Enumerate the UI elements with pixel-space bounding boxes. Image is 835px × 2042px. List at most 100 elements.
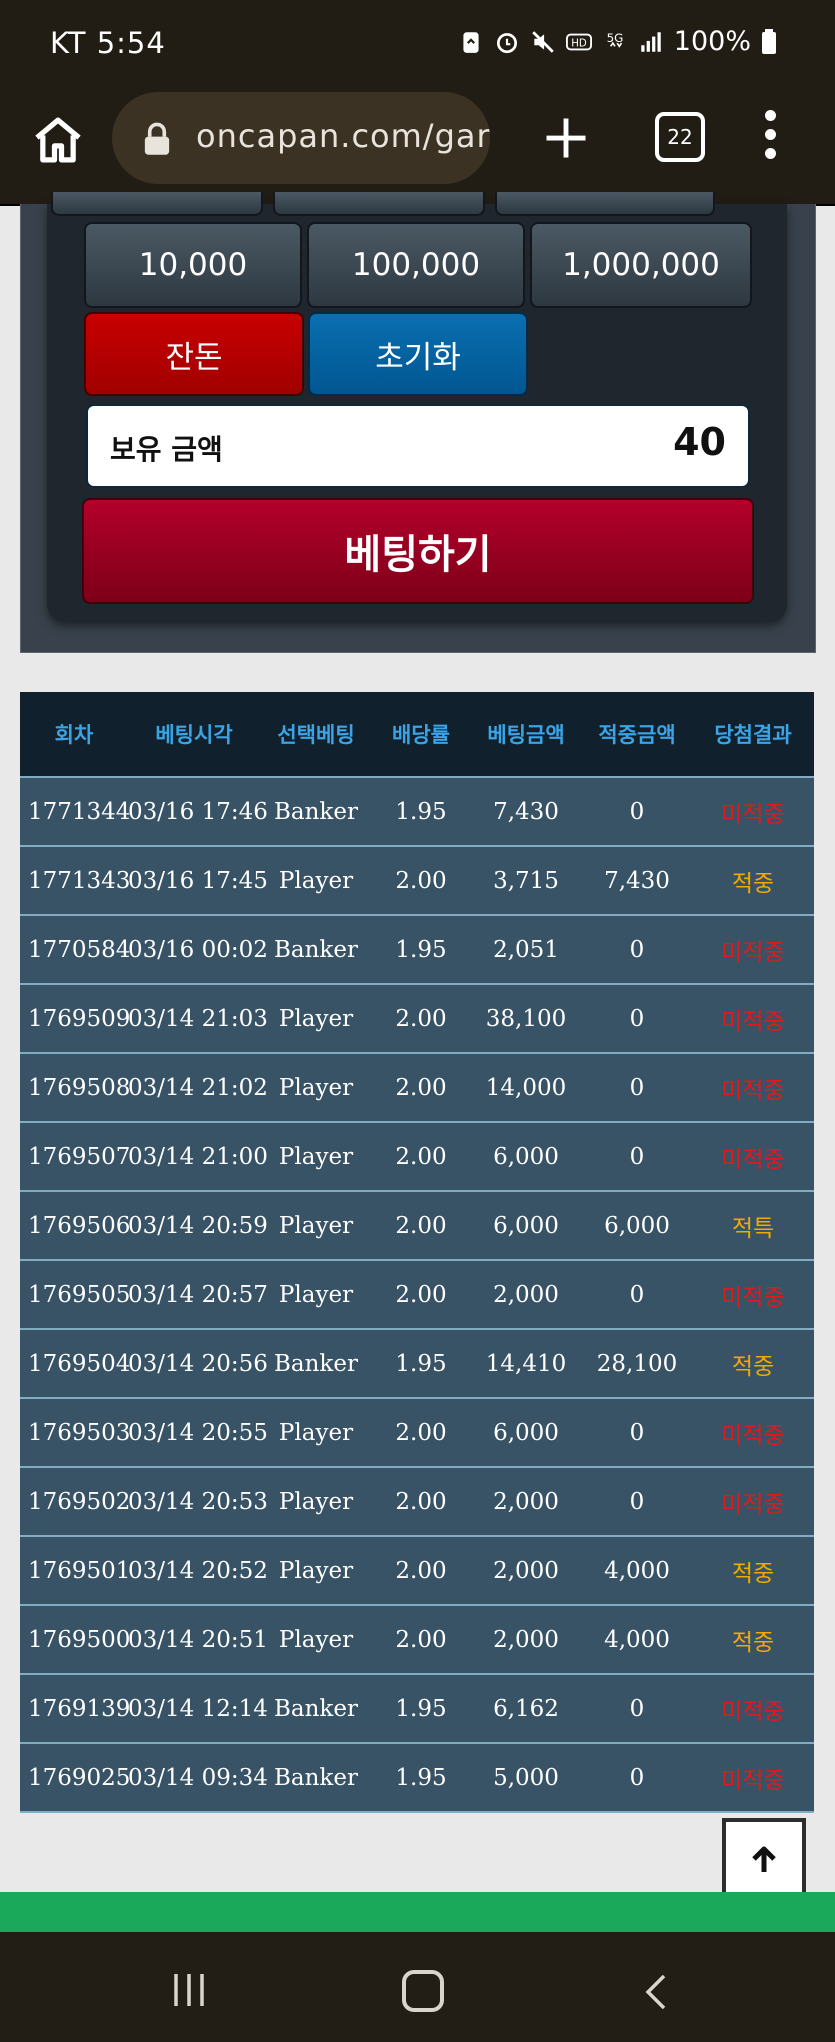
cell-bet-amount: 6,162 (470, 1673, 582, 1743)
cell-win-amount: 0 (582, 983, 692, 1053)
status-bar: KT 5:54 HD 5G 100% (0, 0, 835, 92)
cell-round: 1769504 (20, 1328, 130, 1398)
footer-nav-strip (0, 1892, 835, 1932)
battery-icon (762, 28, 776, 54)
balance-value: 40 (673, 420, 726, 464)
table-row: 1769507 03/14 21:00 Player 2.00 6,000 0 미적중 (20, 1121, 814, 1191)
cell-odds: 2.00 (372, 1535, 470, 1605)
cell-pick: Banker (260, 1673, 372, 1743)
cell-result: 미적중 (692, 1259, 814, 1329)
cell-round: 1770584 (20, 914, 130, 984)
header-result: 당첨결과 (692, 692, 814, 777)
cell-pick: Player (260, 1466, 372, 1536)
table-row: 1769508 03/14 21:02 Player 2.00 14,000 0 미적중 (20, 1052, 814, 1122)
cell-round: 1769500 (20, 1604, 130, 1674)
cell-result: 미적중 (692, 1742, 814, 1813)
cell-bet-amount: 2,000 (470, 1466, 582, 1536)
cell-pick: Player (260, 1121, 372, 1191)
cell-odds: 1.95 (372, 776, 470, 846)
system-nav-bar (0, 1932, 835, 2042)
cell-round: 1771343 (20, 845, 130, 915)
cell-pick: Player (260, 1052, 372, 1122)
cell-result: 적중 (692, 1604, 814, 1674)
cell-result: 미적중 (692, 776, 814, 846)
cell-odds: 2.00 (372, 845, 470, 915)
chip-10000-button[interactable]: 10,000 (84, 222, 302, 308)
cell-pick: Player (260, 1604, 372, 1674)
5g-icon: 5G (606, 31, 623, 48)
table-row: 1769501 03/14 20:52 Player 2.00 2,000 4,000 적중 (20, 1535, 814, 1605)
table-row: 1769500 03/14 20:51 Player 2.00 2,000 4,000 적중 (20, 1604, 814, 1674)
cell-win-amount: 4,000 (582, 1604, 692, 1674)
cell-bet-amount: 38,100 (470, 983, 582, 1053)
cell-bet-time: 03/14 21:03 (128, 983, 268, 1053)
cell-result: 미적중 (692, 1673, 814, 1743)
cell-win-amount: 0 (582, 1052, 692, 1122)
header-win-amount: 적중금액 (582, 692, 692, 777)
back-icon[interactable] (640, 1972, 670, 2012)
chip-row-above[interactable] (273, 192, 485, 216)
bet-history-body: 1771344 03/16 17:46 Banker 1.95 7,430 0 미적중 177… (20, 776, 814, 1813)
table-row: 1769505 03/14 20:57 Player 2.00 2,000 0 미적중 (20, 1259, 814, 1329)
chip-100000-button[interactable]: 100,000 (307, 222, 525, 308)
cell-result: 미적중 (692, 1052, 814, 1122)
table-header-row: 회차 베팅시각 선택베팅 배당률 베팅금액 적중금액 당첨결과 (20, 692, 814, 777)
cell-result: 적특 (692, 1190, 814, 1260)
cell-pick: Player (260, 983, 372, 1053)
cell-round: 1771344 (20, 776, 130, 846)
new-tab-icon[interactable] (540, 112, 592, 164)
chip-1000000-button[interactable]: 1,000,000 (530, 222, 752, 308)
balance-label: 보유 금액 (110, 433, 223, 466)
cell-bet-amount: 2,000 (470, 1535, 582, 1605)
cell-result: 미적중 (692, 1121, 814, 1191)
scroll-top-button[interactable] (722, 1818, 806, 1902)
header-pick: 선택베팅 (260, 692, 372, 777)
cell-bet-time: 03/14 21:02 (128, 1052, 268, 1122)
cell-odds: 1.95 (372, 1742, 470, 1813)
cell-round: 1769506 (20, 1190, 130, 1260)
cell-win-amount: 4,000 (582, 1535, 692, 1605)
cell-win-amount: 0 (582, 914, 692, 984)
cell-bet-time: 03/14 20:57 (128, 1259, 268, 1329)
cell-bet-amount: 7,430 (470, 776, 582, 846)
cell-bet-time: 03/14 20:59 (128, 1190, 268, 1260)
reset-button[interactable]: 초기화 (308, 312, 528, 396)
cell-round: 1769501 (20, 1535, 130, 1605)
tab-switcher-button[interactable]: 22 (655, 112, 705, 162)
chip-row-above[interactable] (51, 192, 263, 216)
cell-bet-time: 03/14 21:00 (128, 1121, 268, 1191)
place-bet-button[interactable]: 베팅하기 (82, 498, 754, 604)
table-row: 1770584 03/16 00:02 Banker 1.95 2,051 0 미적중 (20, 914, 814, 984)
table-row: 1769502 03/14 20:53 Player 2.00 2,000 0 미적중 (20, 1466, 814, 1536)
mute-icon (532, 30, 554, 53)
table-row: 1769025 03/14 09:34 Banker 1.95 5,000 0 미적중 (20, 1742, 814, 1813)
table-row: 1771343 03/16 17:45 Player 2.00 3,715 7,430 적중 (20, 845, 814, 915)
address-bar[interactable]: oncapan.com/gar (112, 92, 490, 184)
cell-bet-time: 03/14 20:53 (128, 1466, 268, 1536)
cell-round: 1769507 (20, 1121, 130, 1191)
home-icon[interactable] (30, 112, 86, 168)
cell-bet-time: 03/14 09:34 (128, 1742, 268, 1813)
cell-win-amount: 0 (582, 1259, 692, 1329)
signal-icon (641, 31, 661, 52)
cell-round: 1769503 (20, 1397, 130, 1467)
cell-odds: 2.00 (372, 1259, 470, 1329)
change-button[interactable]: 잔돈 (84, 312, 304, 396)
header-bet-time: 베팅시각 (128, 692, 260, 777)
cell-bet-time: 03/14 12:14 (128, 1673, 268, 1743)
svg-text:HD: HD (571, 38, 587, 49)
chip-row-above[interactable] (495, 192, 715, 216)
home-nav-icon[interactable] (402, 1970, 444, 2012)
cell-odds: 2.00 (372, 1397, 470, 1467)
cell-pick: Banker (260, 776, 372, 846)
more-menu-icon[interactable] (755, 110, 785, 170)
cell-odds: 1.95 (372, 914, 470, 984)
cell-odds: 1.95 (372, 1328, 470, 1398)
recent-apps-icon[interactable] (170, 1972, 208, 2008)
cell-pick: Banker (260, 1328, 372, 1398)
cell-win-amount: 7,430 (582, 845, 692, 915)
cell-win-amount: 0 (582, 1466, 692, 1536)
table-row: 1769503 03/14 20:55 Player 2.00 6,000 0 미적중 (20, 1397, 814, 1467)
cell-round: 1769509 (20, 983, 130, 1053)
table-row: 1769504 03/14 20:56 Banker 1.95 14,410 28,100… (20, 1328, 814, 1398)
